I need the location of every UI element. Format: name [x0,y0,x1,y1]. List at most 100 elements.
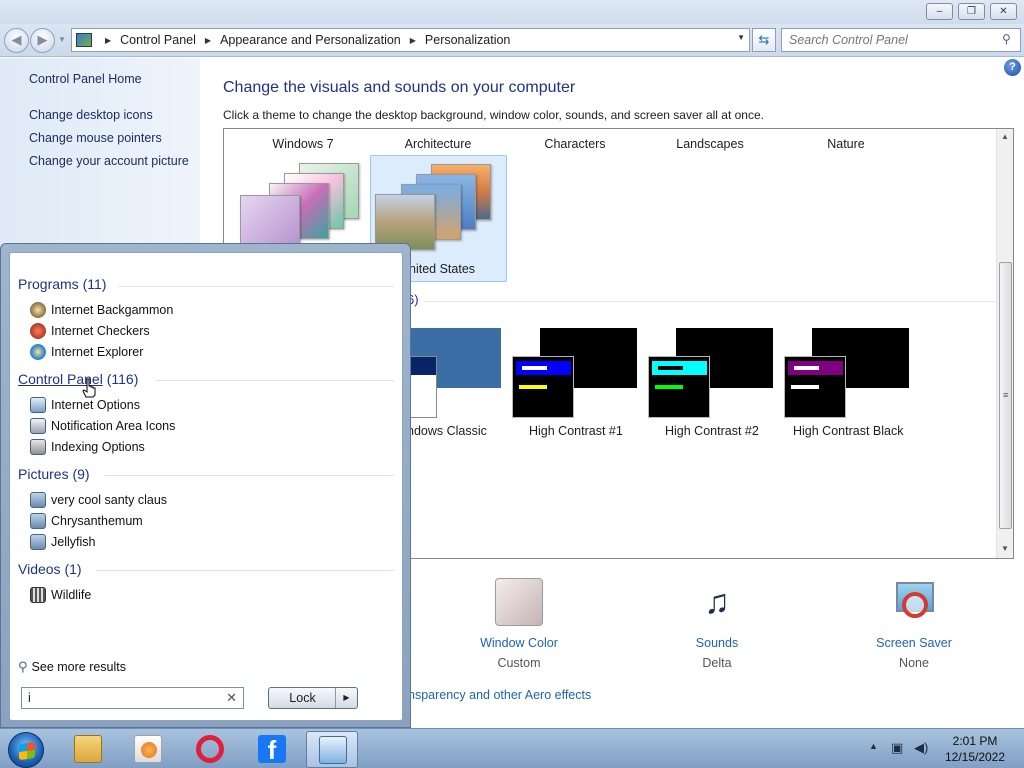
result-internet-explorer[interactable]: Internet Explorer [30,344,143,360]
breadcrumb-appearance[interactable]: Appearance and Personalization [220,33,401,47]
network-icon[interactable]: ▣ [891,740,907,756]
theme-name-nature[interactable]: Nature [786,137,906,151]
page-title: Change the visuals and sounds on your co… [223,79,576,96]
theme-caption-high-contrast-2[interactable]: High Contrast #2 [665,424,759,438]
notification-area-icon [30,418,46,434]
change-account-picture-link[interactable]: Change your account picture [29,154,189,168]
window-color-link[interactable]: Window Color [459,636,579,650]
results-group-programs[interactable]: Programs (11) [18,276,106,292]
group-count: (11) [82,276,107,292]
see-more-results-link[interactable]: ⚲ See more results [18,659,126,675]
group-divider [156,380,394,381]
power-options-arrow-icon[interactable]: ▶ [335,688,357,708]
help-button[interactable]: ? [1004,59,1021,76]
screen-saver-setting[interactable]: Screen Saver None [854,578,974,670]
result-jellyfish[interactable]: Jellyfish [30,534,95,550]
clear-search-icon[interactable]: ✕ [226,688,237,708]
scrollbar-thumb[interactable]: ≡ [999,262,1012,529]
theme-name-characters[interactable]: Characters [515,137,635,151]
clock-date: 12/15/2022 [944,750,1006,764]
control-panel-home-link[interactable]: Control Panel Home [29,72,142,86]
results-group-pictures[interactable]: Pictures (9) [18,466,90,482]
taskbar-control-panel-button[interactable] [306,731,358,768]
start-button[interactable] [8,732,44,768]
address-dropdown-icon[interactable]: ▼ [737,33,745,42]
result-internet-options[interactable]: Internet Options [30,397,140,413]
theme-caption-high-contrast-black[interactable]: High Contrast Black [793,424,903,438]
sounds-icon[interactable]: ♫ [693,578,741,626]
indexing-options-icon [30,439,46,455]
scroll-up-icon[interactable]: ▲ [1001,132,1009,141]
change-mouse-pointers-link[interactable]: Change mouse pointers [29,131,162,145]
theme-caption-high-contrast-1[interactable]: High Contrast #1 [529,424,623,438]
result-indexing-options[interactable]: Indexing Options [30,439,145,455]
theme-name-architecture[interactable]: Architecture [378,137,498,151]
forward-button[interactable]: ▶ [30,28,55,53]
results-group-control-panel[interactable]: Control Panel (116) [18,371,138,387]
control-panel-icon [76,33,92,47]
result-notification-area-icons[interactable]: Notification Area Icons [30,418,175,434]
search-icon[interactable]: ⚲ [1002,32,1016,46]
result-very-cool-santy-claus[interactable]: very cool santy claus [30,492,167,508]
breadcrumb-personalization[interactable]: Personalization [425,33,510,47]
chevron-right-icon[interactable]: ▶ [410,36,416,45]
result-label: Wildlife [51,588,92,602]
theme-caption-windows-classic[interactable]: ndows Classic [407,424,487,438]
theme-list-scrollbar[interactable]: ▲ ≡ ▼ [996,129,1013,558]
change-desktop-icons-link[interactable]: Change desktop icons [29,108,153,122]
video-file-icon [30,587,46,603]
taskbar-clock[interactable]: 2:01 PM 12/15/2022 [940,733,1010,765]
lock-button[interactable]: Lock ▶ [268,687,358,709]
result-label: Internet Backgammon [51,303,174,317]
search-input[interactable] [782,29,992,51]
result-label: Internet Checkers [51,324,150,338]
theme-name-landscapes[interactable]: Landscapes [650,137,770,151]
group-title: Videos [18,561,61,577]
aero-effects-link[interactable]: nsparency and other Aero effects [408,688,591,702]
search-box[interactable]: ⚲ [781,28,1021,52]
volume-icon[interactable]: ◀) [914,740,930,756]
minimize-button[interactable]: – [926,3,953,20]
group-divider [96,570,394,571]
group-count: (1) [64,561,82,577]
results-group-videos[interactable]: Videos (1) [18,561,82,577]
taskbar-facebook-button[interactable]: f [246,731,298,768]
start-search-input[interactable]: i ✕ [21,687,244,709]
chevron-right-icon[interactable]: ▶ [205,36,211,45]
taskbar-opera-button[interactable] [184,731,236,768]
recent-pages-dropdown[interactable]: ▼ [58,33,68,47]
window-color-swatch[interactable] [495,578,543,626]
result-label: Chrysanthemum [51,514,143,528]
theme-name-windows7[interactable]: Windows 7 [243,137,363,151]
search-results-pane: Programs (11) Internet Backgammon Intern… [9,252,403,721]
group-divider [118,286,394,287]
restore-button[interactable]: ❐ [958,3,985,20]
window-color-setting[interactable]: Window Color Custom [459,578,579,670]
taskbar-explorer-button[interactable] [62,731,114,768]
show-hidden-icons-button[interactable]: ▲ [869,741,878,751]
address-bar[interactable]: ▶ Control Panel ▶ Appearance and Persona… [71,28,750,52]
backgammon-icon [30,302,46,318]
chevron-right-icon[interactable]: ▶ [105,36,111,45]
screen-saver-link[interactable]: Screen Saver [854,636,974,650]
group-title: Pictures [18,466,69,482]
breadcrumb-control-panel[interactable]: Control Panel [120,33,196,47]
result-chrysanthemum[interactable]: Chrysanthemum [30,513,143,529]
refresh-button[interactable]: ⇆ [752,28,776,52]
result-internet-backgammon[interactable]: Internet Backgammon [30,302,173,318]
lock-label[interactable]: Lock [269,688,336,708]
close-button[interactable]: ✕ [990,3,1017,20]
forward-arrow-icon: ▶ [37,32,48,47]
media-player-icon [134,735,162,763]
taskbar-media-player-button[interactable] [122,731,174,768]
picture-file-icon [30,534,46,550]
sounds-setting[interactable]: ♫ Sounds Delta [657,578,777,670]
result-internet-checkers[interactable]: Internet Checkers [30,323,150,339]
scroll-down-icon[interactable]: ▼ [1001,544,1009,553]
back-button[interactable]: ◀ [4,28,29,53]
screen-saver-icon[interactable] [890,578,938,626]
sounds-link[interactable]: Sounds [657,636,777,650]
screen-saver-value: None [899,656,929,670]
result-wildlife[interactable]: Wildlife [30,587,91,603]
clock-time: 2:01 PM [952,734,998,748]
